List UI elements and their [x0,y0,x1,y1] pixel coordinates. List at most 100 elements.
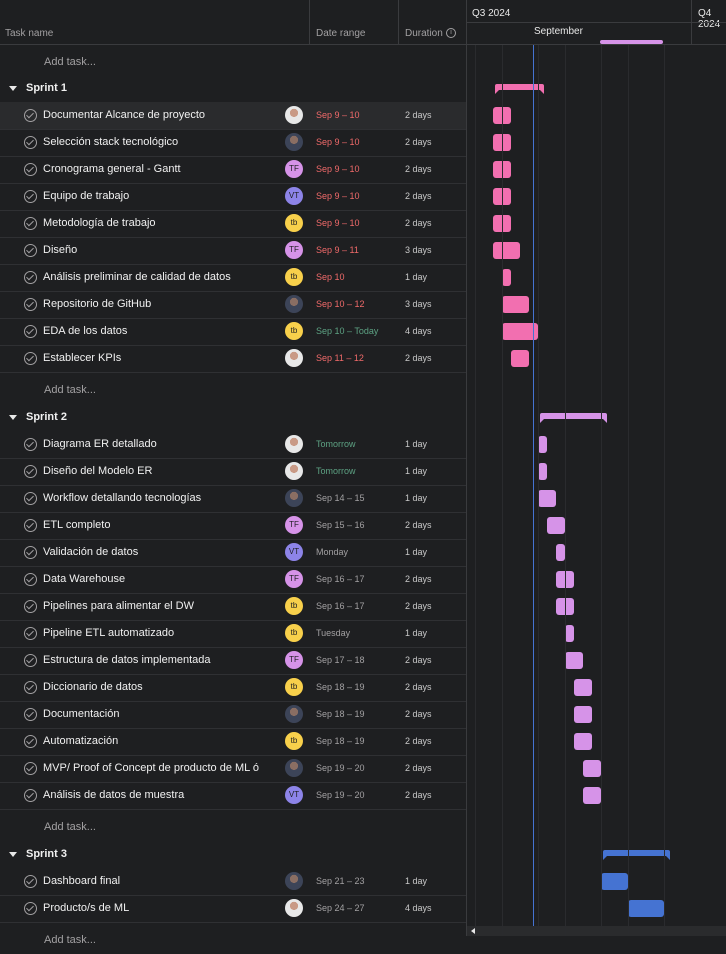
gantt-bar[interactable] [502,269,511,286]
assignee-avatar[interactable] [285,462,303,480]
task-name[interactable]: Establecer KPIs [43,352,121,364]
complete-check-icon[interactable] [24,762,37,775]
chevron-down-icon[interactable] [9,86,17,91]
task-date-range[interactable]: Tomorrow [316,439,356,449]
assignee-avatar[interactable] [285,133,303,151]
task-name[interactable]: Diseño del Modelo ER [43,465,152,477]
gantt-bar[interactable] [574,706,592,723]
complete-check-icon[interactable] [24,109,37,122]
gantt-bar[interactable] [538,490,556,507]
assignee-avatar[interactable] [285,872,303,890]
gantt-bar[interactable] [538,463,547,480]
assignee-avatar[interactable] [285,106,303,124]
task-name[interactable]: Cronograma general - Gantt [43,163,181,175]
gantt-bar[interactable] [565,652,583,669]
complete-check-icon[interactable] [24,244,37,257]
assignee-avatar[interactable] [285,759,303,777]
task-date-range[interactable]: Sep 15 – 16 [316,520,365,530]
gantt-bar[interactable] [574,733,592,750]
assignee-avatar[interactable]: TF [285,570,303,588]
task-row[interactable]: Pipeline ETL automatizado tb Tuesday 1 day [0,620,466,648]
add-task-row[interactable]: Add task... [0,814,466,841]
assignee-avatar[interactable]: tb [285,214,303,232]
task-name[interactable]: Pipelines para alimentar el DW [43,600,194,612]
section-header-3[interactable]: Sprint 3 [0,841,466,868]
task-date-range[interactable]: Sep 18 – 19 [316,709,365,719]
task-row[interactable]: Automatización tb Sep 18 – 19 2 days [0,728,466,756]
task-row[interactable]: Análisis de datos de muestra VT Sep 19 – 2… [0,782,466,810]
task-name[interactable]: Equipo de trabajo [43,190,129,202]
chevron-down-icon[interactable] [9,415,17,420]
complete-check-icon[interactable] [24,325,37,338]
complete-check-icon[interactable] [24,681,37,694]
task-name[interactable]: Validación de datos [43,546,138,558]
gantt-bar[interactable] [556,544,565,561]
task-date-range[interactable]: Sep 17 – 18 [316,655,365,665]
task-date-range[interactable]: Sep 11 – 12 [316,353,364,363]
complete-check-icon[interactable] [24,735,37,748]
task-date-range[interactable]: Sep 9 – 10 [316,137,360,147]
task-row[interactable]: Data Warehouse TF Sep 16 – 17 2 days [0,566,466,594]
task-name[interactable]: ETL completo [43,519,110,531]
section-header-2[interactable]: Sprint 2 [0,404,466,431]
task-row[interactable]: EDA de los datos tb Sep 10 – Today 4 days [0,318,466,346]
task-row[interactable]: Dashboard final Sep 21 – 23 1 day [0,868,466,896]
gantt-bar[interactable] [628,900,664,917]
assignee-avatar[interactable]: TF [285,651,303,669]
complete-check-icon[interactable] [24,352,37,365]
section-summary-bar[interactable] [540,413,607,423]
task-row[interactable]: Diseño del Modelo ER Tomorrow 1 day [0,458,466,486]
assignee-avatar[interactable]: VT [285,786,303,804]
complete-check-icon[interactable] [24,519,37,532]
complete-check-icon[interactable] [24,546,37,559]
assignee-avatar[interactable] [285,899,303,917]
task-row[interactable]: Diseño TF Sep 9 – 11 3 days [0,237,466,265]
gantt-bar[interactable] [511,350,529,367]
task-row[interactable]: Documentar Alcance de proyecto Sep 9 – 10… [0,102,466,130]
add-task-label[interactable]: Add task... [44,56,96,68]
task-date-range[interactable]: Sep 9 – 10 [316,110,360,120]
task-row[interactable]: MVP/ Proof of Concept de producto de ML … [0,755,466,783]
assignee-avatar[interactable] [285,489,303,507]
task-name[interactable]: Data Warehouse [43,573,125,585]
assignee-avatar[interactable]: TF [285,516,303,534]
task-name[interactable]: MVP/ Proof of Concept de producto de ML … [43,762,259,774]
section-summary-bar[interactable] [603,850,670,860]
gantt-bar[interactable] [547,517,565,534]
task-name[interactable]: Diseño [43,244,77,256]
task-date-range[interactable]: Sep 16 – 17 [316,574,365,584]
task-name[interactable]: Producto/s de ML [43,902,129,914]
task-date-range[interactable]: Sep 21 – 23 [316,876,365,886]
assignee-avatar[interactable]: tb [285,624,303,642]
assignee-avatar[interactable]: VT [285,187,303,205]
task-name[interactable]: EDA de los datos [43,325,127,337]
assignee-avatar[interactable]: VT [285,543,303,561]
add-task-label[interactable]: Add task... [44,821,96,833]
task-name[interactable]: Workflow detallando tecnologías [43,492,201,504]
task-date-range[interactable]: Tuesday [316,628,350,638]
task-name[interactable]: Selección stack tecnológico [43,136,178,148]
task-row[interactable]: Workflow detallando tecnologías Sep 14 – … [0,485,466,513]
task-name[interactable]: Documentación [43,708,119,720]
complete-check-icon[interactable] [24,136,37,149]
task-row[interactable]: Estructura de datos implementada TF Sep 17… [0,647,466,675]
assignee-avatar[interactable]: TF [285,241,303,259]
complete-check-icon[interactable] [24,708,37,721]
task-name[interactable]: Estructura de datos implementada [43,654,211,666]
task-row[interactable]: Selección stack tecnológico Sep 9 – 10 2 d… [0,129,466,157]
complete-check-icon[interactable] [24,438,37,451]
assignee-avatar[interactable]: tb [285,732,303,750]
add-task-label[interactable]: Add task... [44,384,96,396]
gantt-bar[interactable] [493,242,520,259]
section-header-1[interactable]: Sprint 1 [0,75,466,102]
chevron-down-icon[interactable] [9,852,17,857]
gantt-bar[interactable] [583,760,601,777]
complete-check-icon[interactable] [24,217,37,230]
complete-check-icon[interactable] [24,190,37,203]
add-task-row[interactable]: Add task... [0,49,466,76]
task-date-range[interactable]: Sep 9 – 11 [316,245,359,255]
gantt-bar[interactable] [583,787,601,804]
complete-check-icon[interactable] [24,875,37,888]
complete-check-icon[interactable] [24,654,37,667]
task-row[interactable]: Producto/s de ML Sep 24 – 27 4 days [0,895,466,923]
